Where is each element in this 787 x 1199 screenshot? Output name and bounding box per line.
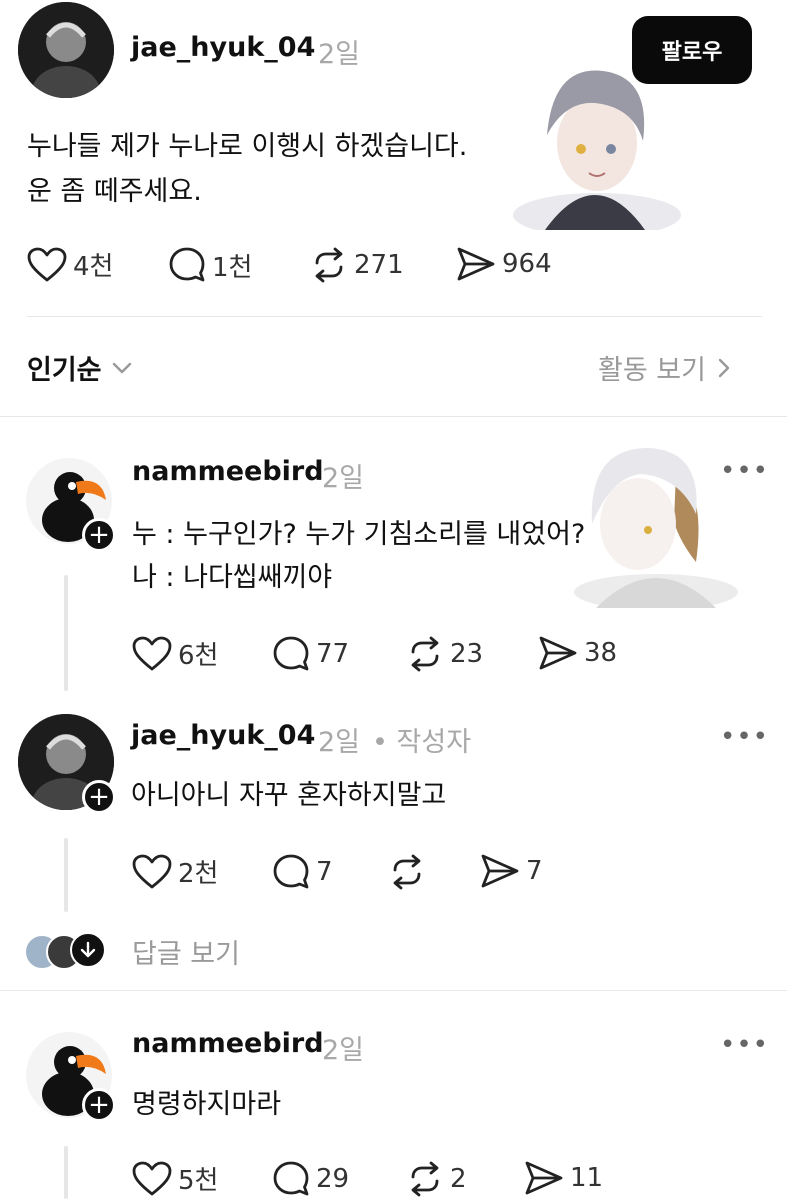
view-replies-link[interactable]: 답글 보기 bbox=[132, 932, 240, 971]
reply-time: 2일 bbox=[322, 1035, 365, 1066]
reply-share-button[interactable]: 7 bbox=[480, 853, 543, 889]
reply-share-count: 7 bbox=[526, 856, 543, 886]
send-icon bbox=[539, 636, 577, 670]
send-icon bbox=[457, 247, 495, 281]
heart-icon bbox=[132, 636, 172, 670]
view-replies-avatars[interactable] bbox=[24, 932, 108, 970]
sort-dropdown[interactable]: 인기순 bbox=[27, 348, 134, 387]
repost-icon bbox=[411, 636, 439, 672]
reply-username[interactable]: nammeebird bbox=[132, 1028, 324, 1059]
thread-line bbox=[64, 838, 68, 912]
thread-line bbox=[64, 1146, 68, 1199]
reply-comment-count: 7 bbox=[316, 857, 333, 887]
chevron-down-icon bbox=[112, 362, 131, 373]
repost-icon bbox=[411, 1161, 439, 1197]
reply-like-count: 2천 bbox=[178, 859, 219, 889]
post-repost-count: 271 bbox=[354, 250, 404, 280]
reply-like-count: 5천 bbox=[178, 1166, 219, 1196]
reply-text-line-1: 아니아니 자꾸 혼자하지말고 bbox=[131, 780, 447, 811]
reply-like-button[interactable]: 2천 bbox=[132, 853, 218, 890]
post-avatar[interactable] bbox=[18, 2, 114, 98]
follow-plus-icon[interactable]: + bbox=[82, 1088, 116, 1122]
reply-text-line-1: 누 : 누구인가? 누가 기침소리를 내었어? bbox=[132, 519, 586, 550]
post-repost-button[interactable]: 271 bbox=[310, 246, 404, 284]
reply-comment-button[interactable]: 7 bbox=[272, 853, 333, 891]
sort-divider bbox=[0, 416, 787, 417]
reply-share-count: 38 bbox=[584, 638, 618, 668]
thread-line bbox=[64, 575, 68, 691]
chevron-right-icon bbox=[718, 358, 730, 377]
speech-bubble-icon bbox=[273, 1161, 309, 1196]
send-icon bbox=[481, 854, 519, 888]
reply-like-button[interactable]: 6천 bbox=[132, 635, 218, 672]
speech-bubble-icon bbox=[169, 247, 205, 282]
post-share-button[interactable]: 964 bbox=[456, 246, 552, 282]
reply-repost-button[interactable]: 23 bbox=[406, 635, 483, 673]
reply-repost-count: 2 bbox=[450, 1164, 467, 1194]
post-username[interactable]: jae_hyuk_04 bbox=[131, 32, 315, 63]
reply-share-button[interactable]: 38 bbox=[538, 635, 617, 671]
arrow-down-icon bbox=[70, 932, 106, 968]
reply-time: 2일 bbox=[322, 463, 365, 494]
reply-share-count: 11 bbox=[570, 1163, 604, 1193]
heart-icon bbox=[27, 247, 67, 281]
reply-text-line-1: 명령하지마라 bbox=[132, 1089, 282, 1120]
reply-comment-button[interactable]: 29 bbox=[272, 1160, 349, 1198]
reply-share-button[interactable]: 11 bbox=[524, 1160, 603, 1196]
more-dots-icon[interactable]: ••• bbox=[720, 1030, 769, 1060]
follow-plus-icon[interactable]: + bbox=[82, 780, 116, 814]
post-like-count: 4천 bbox=[73, 252, 114, 282]
post-like-button[interactable]: 4천 bbox=[27, 246, 113, 283]
follow-plus-icon[interactable]: + bbox=[82, 518, 116, 552]
activity-label: 활동 보기 bbox=[598, 355, 706, 386]
reply-like-count: 6천 bbox=[178, 641, 219, 671]
reply-comment-button[interactable]: 77 bbox=[272, 635, 349, 673]
reply-comment-count: 77 bbox=[316, 639, 350, 669]
reply-divider bbox=[0, 990, 787, 991]
heart-icon bbox=[132, 854, 172, 888]
reply-text-line-2: 나 : 나다씹쌔끼야 bbox=[132, 562, 333, 593]
reply-username[interactable]: nammeebird bbox=[132, 456, 324, 487]
send-icon bbox=[525, 1161, 563, 1195]
author-badge: • 작성자 bbox=[372, 727, 472, 758]
reply-username[interactable]: jae_hyuk_04 bbox=[131, 720, 315, 751]
post-comment-count: 1천 bbox=[212, 252, 253, 283]
post-share-count: 964 bbox=[502, 249, 552, 279]
more-dots-icon[interactable]: ••• bbox=[720, 722, 769, 752]
speech-bubble-icon bbox=[273, 854, 309, 889]
repost-icon bbox=[315, 247, 343, 283]
post-divider bbox=[27, 316, 762, 317]
reply-repost-button[interactable] bbox=[388, 853, 432, 891]
heart-icon bbox=[132, 1161, 172, 1195]
post-text-line-1: 누나들 제가 누나로 이행시 하겠습니다. bbox=[27, 131, 468, 162]
post-time: 2일 bbox=[318, 39, 361, 70]
reply-like-button[interactable]: 5천 bbox=[132, 1160, 218, 1197]
reply-repost-button[interactable]: 2 bbox=[406, 1160, 467, 1198]
speech-bubble-icon bbox=[273, 636, 309, 671]
repost-icon bbox=[393, 854, 421, 890]
post-text-line-2: 운 좀 떼주세요. bbox=[27, 176, 202, 207]
post-comment-button[interactable]: 1천 bbox=[168, 246, 252, 284]
reply-repost-count: 23 bbox=[450, 639, 484, 669]
reply-time: 2일 bbox=[318, 727, 361, 758]
sticker-image bbox=[505, 55, 685, 237]
activity-link[interactable]: 활동 보기 bbox=[598, 348, 732, 387]
sort-label: 인기순 bbox=[27, 355, 102, 386]
reply-comment-count: 29 bbox=[316, 1164, 350, 1194]
